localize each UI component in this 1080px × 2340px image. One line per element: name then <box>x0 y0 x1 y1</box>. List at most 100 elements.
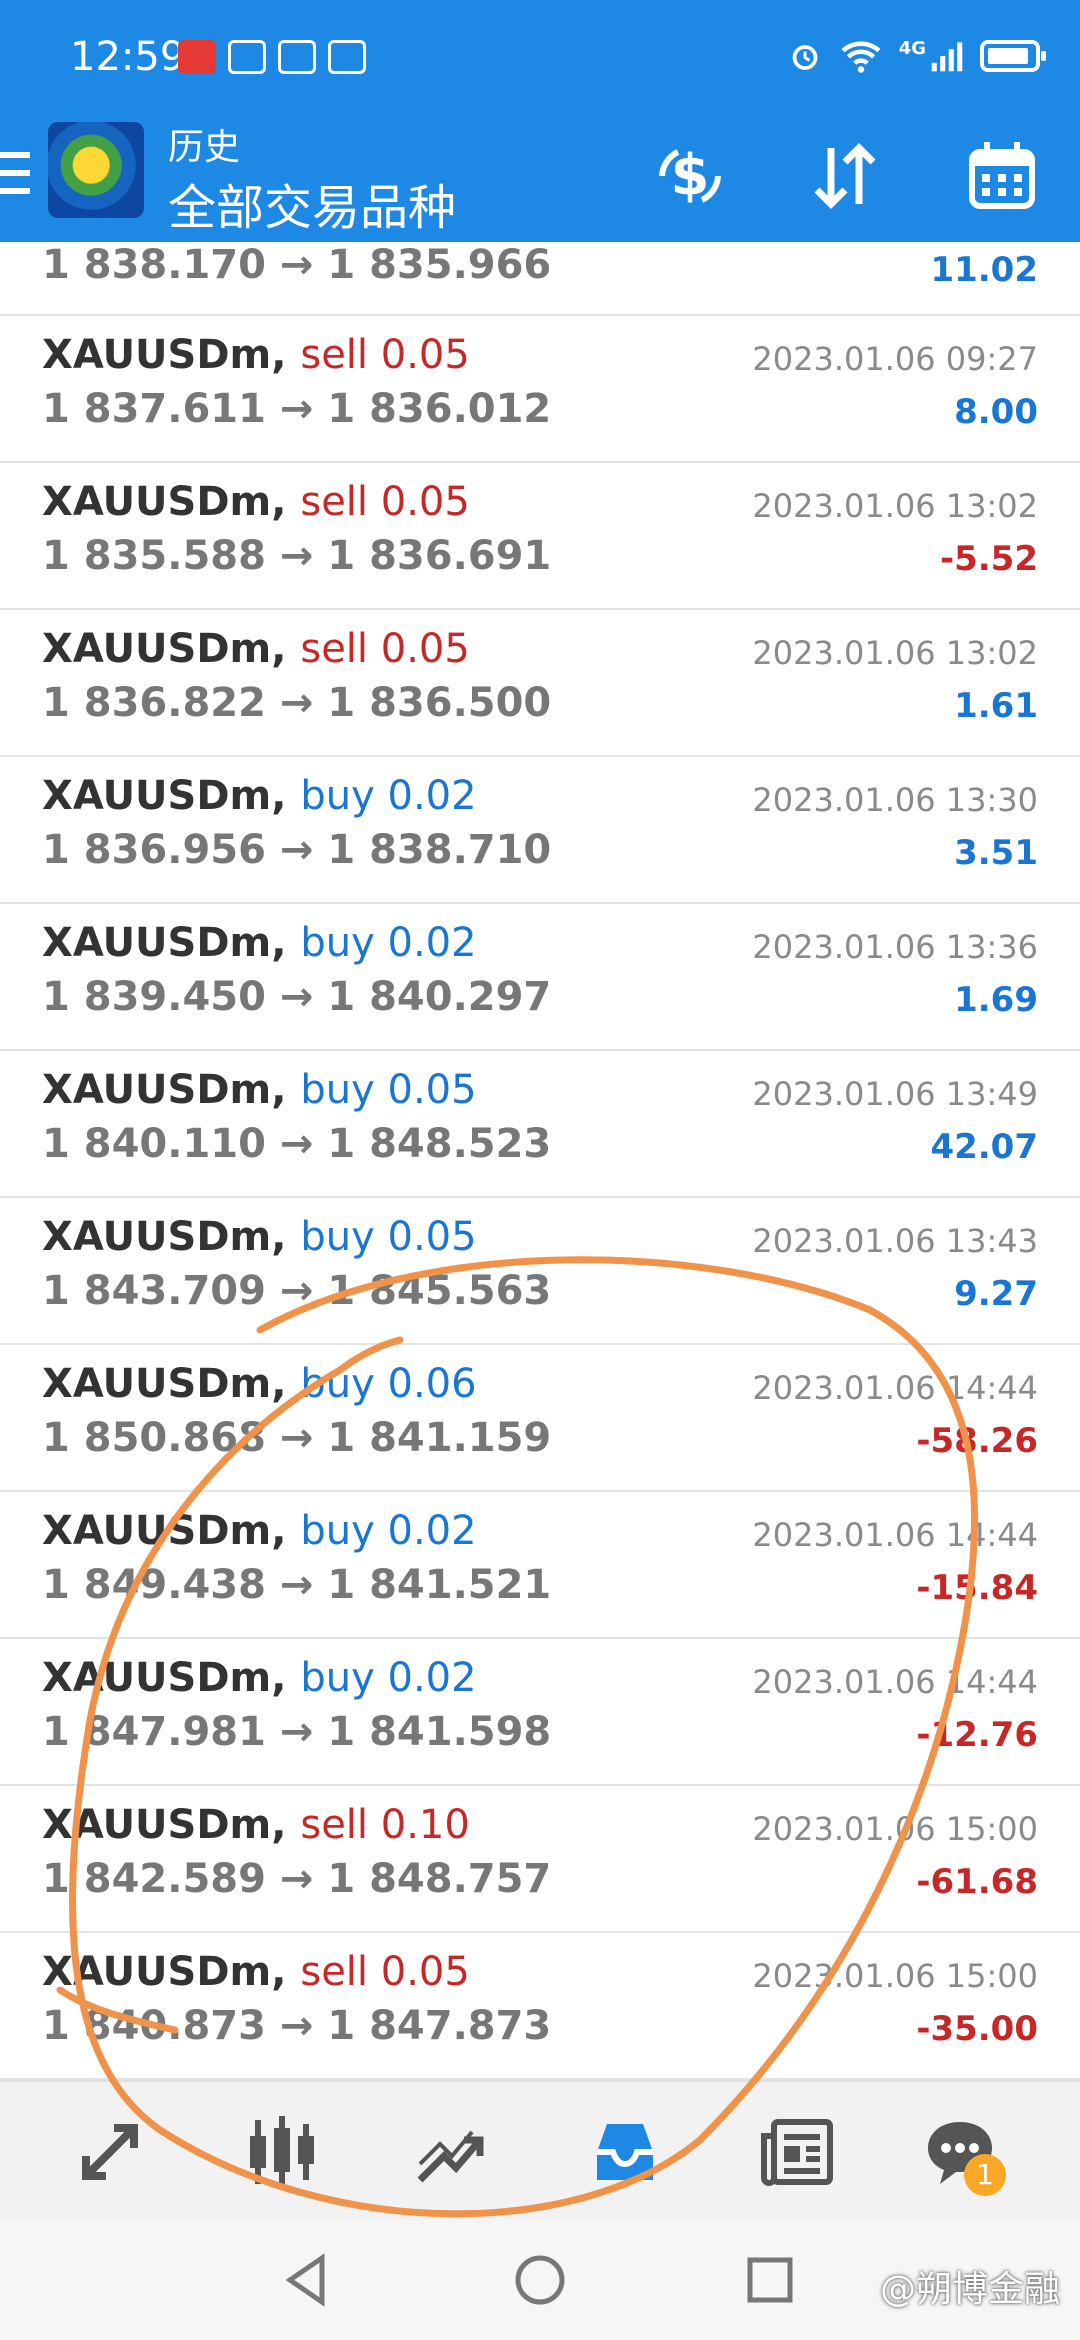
trade-row[interactable]: XAUUSDm, buy 0.05 1 840.110 → 1 848.523 20… <box>0 1051 1080 1198</box>
watermark: @朔博金融 <box>879 2269 1060 2310</box>
trade-symbol: XAUUSDm, sell 0.05 <box>42 626 470 672</box>
app-notification-icon <box>178 40 216 74</box>
app-header: 历史 全部交易品种 $ <box>0 118 1080 242</box>
trade-profit: 3.51 <box>954 833 1038 873</box>
wechat-notification-icon <box>278 40 316 74</box>
wifi-icon <box>841 41 881 73</box>
back-icon[interactable] <box>278 2250 338 2310</box>
header-title: 历史 <box>168 127 241 168</box>
trade-profit: 42.07 <box>930 1127 1038 1167</box>
trade-symbol: XAUUSDm, sell 0.10 <box>42 1802 470 1848</box>
trade-prices: 1 849.438 → 1 841.521 <box>42 1562 552 1608</box>
trade-date: 2023.01.06 14:44 <box>752 1516 1038 1554</box>
trade-date: 2023.01.06 15:00 <box>752 1957 1038 1995</box>
trade-icon[interactable] <box>412 2112 492 2192</box>
symbol-name: XAUUSDm, <box>42 332 287 378</box>
home-icon[interactable] <box>510 2250 570 2310</box>
trade-date: 2023.01.06 14:44 <box>752 1369 1038 1407</box>
trade-row[interactable]: XAUUSDm, sell 0.05 1 835.588 → 1 836.691 2… <box>0 463 1080 610</box>
bottom-navigation: 1 <box>0 2080 1080 2222</box>
symbol-name: XAUUSDm, <box>42 1655 287 1701</box>
symbol-name: XAUUSDm, <box>42 1802 287 1848</box>
trade-profit: -58.26 <box>916 1421 1038 1461</box>
trade-date: 2023.01.06 15:00 <box>752 1810 1038 1848</box>
quotes-icon[interactable] <box>70 2112 150 2192</box>
trade-row-partial[interactable]: 1 838.170 → 1 835.966 11.02 <box>0 242 1080 316</box>
trade-profit: 1.69 <box>954 980 1038 1020</box>
news-icon[interactable] <box>758 2112 838 2192</box>
trade-prices: 1 838.170 → 1 835.966 <box>42 242 552 288</box>
history-icon[interactable] <box>585 2112 665 2192</box>
recents-icon[interactable] <box>740 2250 800 2310</box>
trade-prices: 1 842.589 → 1 848.757 <box>42 1856 552 1902</box>
trade-symbol: XAUUSDm, sell 0.05 <box>42 332 470 378</box>
trade-row[interactable]: XAUUSDm, buy 0.02 1 849.438 → 1 841.521 20… <box>0 1492 1080 1639</box>
app-logo <box>48 122 144 218</box>
trade-row[interactable]: XAUUSDm, buy 0.02 1 847.981 → 1 841.598 20… <box>0 1639 1080 1786</box>
trade-row[interactable]: XAUUSDm, sell 0.10 1 842.589 → 1 848.757 2… <box>0 1786 1080 1933</box>
trade-symbol: XAUUSDm, buy 0.05 <box>42 1214 477 1260</box>
status-time: 12:59 <box>70 34 186 80</box>
chart-icon[interactable] <box>242 2112 322 2192</box>
trade-profit: 1.61 <box>954 686 1038 726</box>
trade-side: buy 0.02 <box>300 1508 477 1554</box>
signal-icon <box>931 42 963 72</box>
trade-side: buy 0.02 <box>300 1655 477 1701</box>
status-bar: 12:59 4G <box>0 0 1080 118</box>
robot-notification-icon <box>328 40 366 74</box>
notification-icons <box>178 40 366 74</box>
trade-row[interactable]: XAUUSDm, buy 0.02 1 839.450 → 1 840.297 20… <box>0 904 1080 1051</box>
symbol-name: XAUUSDm, <box>42 1214 287 1260</box>
trade-prices: 1 840.873 → 1 847.873 <box>42 2003 552 2049</box>
trade-symbol: XAUUSDm, sell 0.05 <box>42 1949 470 1995</box>
trade-profit: 11.02 <box>930 250 1038 290</box>
menu-icon[interactable] <box>0 152 30 206</box>
trade-symbol: XAUUSDm, buy 0.02 <box>42 1508 477 1554</box>
trade-profit: -61.68 <box>916 1862 1038 1902</box>
sort-icon[interactable] <box>805 136 885 216</box>
trade-date: 2023.01.06 13:43 <box>752 1222 1038 1260</box>
symbol-name: XAUUSDm, <box>42 920 287 966</box>
calendar-icon[interactable] <box>962 136 1042 216</box>
trade-date: 2023.01.06 13:02 <box>752 487 1038 525</box>
trade-symbol: XAUUSDm, buy 0.02 <box>42 920 477 966</box>
trade-date: 2023.01.06 09:27 <box>752 340 1038 378</box>
trade-history-list[interactable]: 1 838.170 → 1 835.966 11.02 XAUUSDm, sel… <box>0 242 1080 2080</box>
trade-date: 2023.01.06 13:36 <box>752 928 1038 966</box>
trade-prices: 1 836.822 → 1 836.500 <box>42 680 552 726</box>
trade-side: sell 0.05 <box>300 626 470 672</box>
system-navigation: @朔博金融 <box>0 2220 1080 2340</box>
trade-row[interactable]: XAUUSDm, buy 0.02 1 836.956 → 1 838.710 20… <box>0 757 1080 904</box>
trade-prices: 1 843.709 → 1 845.563 <box>42 1268 552 1314</box>
trade-profit: -12.76 <box>916 1715 1038 1755</box>
trade-side: buy 0.05 <box>300 1067 477 1113</box>
battery-icon <box>980 40 1046 72</box>
trade-row[interactable]: XAUUSDm, buy 0.06 1 850.868 → 1 841.159 20… <box>0 1345 1080 1492</box>
trade-side: sell 0.05 <box>300 332 470 378</box>
trade-date: 2023.01.06 13:02 <box>752 634 1038 672</box>
trade-symbol: XAUUSDm, sell 0.05 <box>42 479 470 525</box>
currency-exchange-icon[interactable]: $ <box>650 136 730 216</box>
trade-symbol: XAUUSDm, buy 0.02 <box>42 773 477 819</box>
symbol-name: XAUUSDm, <box>42 626 287 672</box>
trade-row[interactable]: XAUUSDm, sell 0.05 1 836.822 → 1 836.500 2… <box>0 610 1080 757</box>
messages-icon[interactable]: 1 <box>920 2112 1006 2196</box>
header-subtitle[interactable]: 全部交易品种 <box>168 168 456 238</box>
trade-row[interactable]: XAUUSDm, buy 0.05 1 843.709 → 1 845.563 20… <box>0 1198 1080 1345</box>
trade-prices: 1 837.611 → 1 836.012 <box>42 386 552 432</box>
trade-row[interactable]: XAUUSDm, sell 0.05 1 837.611 → 1 836.012 2… <box>0 316 1080 463</box>
trade-side: buy 0.05 <box>300 1214 477 1260</box>
trade-date: 2023.01.06 13:30 <box>752 781 1038 819</box>
network-type: 4G <box>898 38 926 59</box>
trade-side: buy 0.02 <box>300 773 477 819</box>
trade-prices: 1 835.588 → 1 836.691 <box>42 533 552 579</box>
trade-profit: -35.00 <box>916 2009 1038 2049</box>
trade-profit: 8.00 <box>954 392 1038 432</box>
trade-date: 2023.01.06 13:49 <box>752 1075 1038 1113</box>
symbol-name: XAUUSDm, <box>42 1949 287 1995</box>
trade-symbol: XAUUSDm, buy 0.02 <box>42 1655 477 1701</box>
trade-profit: -15.84 <box>916 1568 1038 1608</box>
status-right: 4G <box>787 38 1046 74</box>
trade-symbol: XAUUSDm, buy 0.06 <box>42 1361 477 1407</box>
trade-row[interactable]: XAUUSDm, sell 0.05 1 840.873 → 1 847.873 2… <box>0 1933 1080 2080</box>
